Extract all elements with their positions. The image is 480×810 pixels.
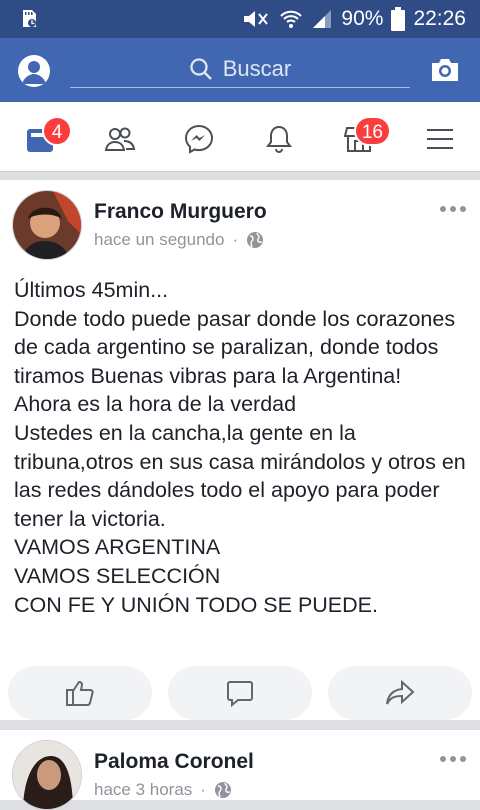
search-field[interactable]: Buscar bbox=[70, 50, 410, 88]
messenger-icon bbox=[184, 124, 214, 154]
post-text: Últimos 45min... Donde todo puede pasar … bbox=[14, 278, 466, 617]
post-meta: hace 3 horas · bbox=[94, 780, 232, 800]
search-icon bbox=[190, 57, 212, 80]
status-bar: 90% 22:26 bbox=[0, 0, 480, 38]
post-actions bbox=[0, 666, 480, 720]
bell-icon bbox=[266, 125, 292, 153]
comment-icon bbox=[227, 681, 253, 707]
battery-percent: 90% bbox=[341, 7, 384, 30]
search-placeholder: Buscar bbox=[222, 55, 292, 81]
tab-menu[interactable] bbox=[420, 122, 460, 156]
more-dot bbox=[440, 756, 446, 762]
marketplace-badge: 16 bbox=[353, 116, 391, 146]
friends-icon bbox=[104, 127, 136, 151]
more-dot bbox=[440, 206, 446, 212]
more-dot bbox=[450, 206, 456, 212]
more-dot bbox=[460, 756, 466, 762]
feed-post: Paloma Coronel hace 3 horas · bbox=[0, 730, 480, 810]
share-button[interactable] bbox=[328, 666, 472, 720]
globe-icon bbox=[247, 232, 264, 248]
tab-news-feed[interactable]: 4 bbox=[20, 116, 72, 156]
signal-icon bbox=[313, 10, 332, 28]
profile-icon bbox=[22, 61, 46, 84]
post-timestamp[interactable]: hace un segundo bbox=[94, 230, 224, 250]
like-button[interactable] bbox=[8, 666, 152, 720]
menu-icon bbox=[427, 129, 453, 149]
navigation-bar: 4 16 bbox=[0, 102, 480, 172]
post-author[interactable]: Franco Murguero bbox=[94, 200, 267, 224]
meta-separator: · bbox=[232, 230, 239, 249]
camera-button[interactable] bbox=[430, 56, 460, 84]
post-timestamp[interactable]: hace 3 horas bbox=[94, 780, 192, 800]
clock: 22:26 bbox=[413, 7, 466, 30]
wifi-icon bbox=[280, 10, 303, 28]
battery-icon bbox=[391, 7, 406, 31]
post-meta: hace un segundo · bbox=[94, 230, 264, 250]
meta-separator: · bbox=[200, 780, 206, 799]
comment-button[interactable] bbox=[168, 666, 312, 720]
feed-post: Franco Murguero hace un segundo · Último… bbox=[0, 180, 480, 720]
globe-icon bbox=[214, 782, 231, 798]
avatar-photo bbox=[13, 191, 81, 259]
tab-messenger[interactable] bbox=[179, 122, 219, 156]
tab-notifications[interactable] bbox=[259, 122, 299, 156]
post-author[interactable]: Paloma Coronel bbox=[94, 750, 254, 774]
tab-friends[interactable] bbox=[100, 122, 140, 156]
more-dot bbox=[460, 206, 466, 212]
more-dot bbox=[450, 756, 456, 762]
tab-marketplace[interactable]: 16 bbox=[339, 116, 391, 156]
author-avatar[interactable] bbox=[12, 190, 82, 260]
profile-button[interactable] bbox=[18, 55, 50, 87]
like-icon bbox=[66, 680, 94, 706]
share-icon bbox=[386, 679, 415, 705]
post-options-button[interactable] bbox=[440, 206, 466, 212]
camera-icon bbox=[432, 59, 458, 81]
post-options-button[interactable] bbox=[440, 756, 466, 762]
mute-icon bbox=[244, 11, 269, 27]
news-feed-badge: 4 bbox=[42, 116, 72, 146]
sd-card-icon bbox=[23, 10, 36, 27]
top-bar: Buscar bbox=[0, 38, 480, 102]
